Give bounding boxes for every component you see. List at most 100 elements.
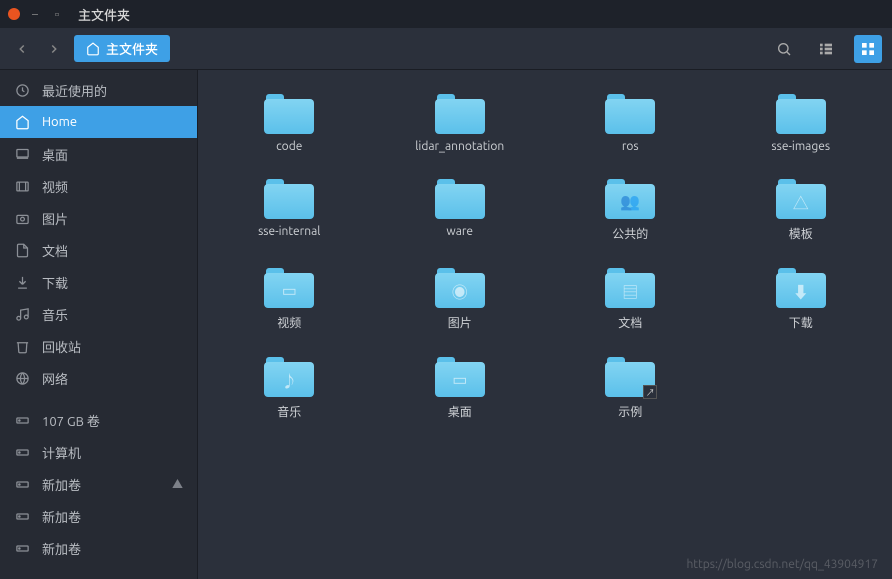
close-button[interactable] xyxy=(8,8,20,20)
disk-icon xyxy=(14,541,30,556)
folder-label: code xyxy=(276,140,302,153)
folder-label: 桌面 xyxy=(448,403,472,420)
sidebar-item-disk[interactable]: 107 GB 卷 xyxy=(0,404,197,436)
sidebar-item-video[interactable]: 视频 xyxy=(0,170,197,202)
minimize-button[interactable]: – xyxy=(28,8,42,21)
folder-icon: ▤ xyxy=(605,268,655,308)
document-icon xyxy=(14,243,30,258)
eject-icon[interactable]: ▲ xyxy=(172,476,183,492)
folder-item[interactable]: ▭ 视频 xyxy=(208,264,371,335)
sidebar-item-disk[interactable]: 计算机 xyxy=(0,436,197,468)
video-icon xyxy=(14,179,30,194)
sidebar-item-desktop[interactable]: 桌面 xyxy=(0,138,197,170)
folder-icon xyxy=(435,179,485,219)
folder-icon: ↗ xyxy=(605,357,655,397)
folder-item[interactable]: ⬇ 下载 xyxy=(720,264,883,335)
folder-label: 下载 xyxy=(789,314,813,331)
sidebar-item-label: 新加卷 xyxy=(42,539,81,558)
music-icon xyxy=(14,307,30,322)
folder-icon: 👥 xyxy=(605,179,655,219)
folder-label: sse-internal xyxy=(258,225,320,238)
folder-item[interactable]: △ 模板 xyxy=(720,175,883,246)
sidebar-item-label: 下载 xyxy=(42,273,68,292)
folder-label: 模板 xyxy=(789,225,813,242)
folder-icon xyxy=(435,94,485,134)
clock-icon xyxy=(14,83,30,98)
titlebar: – ▫ 主文件夹 xyxy=(0,0,892,28)
maximize-button[interactable]: ▫ xyxy=(50,6,64,23)
sidebar-item-label: 最近使用的 xyxy=(42,81,107,100)
watermark: https://blog.csdn.net/qq_43904917 xyxy=(686,558,878,571)
folder-item[interactable]: ▤ 文档 xyxy=(549,264,712,335)
back-button[interactable] xyxy=(10,37,34,61)
network-icon xyxy=(14,371,30,386)
sidebar-item-document[interactable]: 文档 xyxy=(0,234,197,266)
folder-item[interactable]: code xyxy=(208,90,371,157)
folder-icon: ⬇ xyxy=(776,268,826,308)
toolbar: 主文件夹 xyxy=(0,28,892,70)
folder-label: 音乐 xyxy=(277,403,301,420)
folder-item[interactable]: ▭ 桌面 xyxy=(379,353,542,424)
sidebar-item-label: 视频 xyxy=(42,177,68,196)
disk-icon xyxy=(14,445,30,460)
folder-item[interactable]: 👥 公共的 xyxy=(549,175,712,246)
folder-item[interactable]: ros xyxy=(549,90,712,157)
folder-label: ware xyxy=(446,225,473,238)
folder-icon xyxy=(264,179,314,219)
path-home-chip[interactable]: 主文件夹 xyxy=(74,35,170,62)
folder-icon xyxy=(776,94,826,134)
folder-label: 公共的 xyxy=(612,225,648,242)
sidebar-item-label: Home xyxy=(42,115,77,129)
folder-label: 视频 xyxy=(277,314,301,331)
folder-label: sse-images xyxy=(771,140,830,153)
folder-icon: ▭ xyxy=(264,268,314,308)
folder-label: ros xyxy=(622,140,639,153)
folder-icon: ▭ xyxy=(435,357,485,397)
folder-icon: ♪ xyxy=(264,357,314,397)
folder-label: 示例 xyxy=(618,403,642,420)
sidebar-item-network[interactable]: 网络 xyxy=(0,362,197,394)
home-icon xyxy=(86,42,100,56)
trash-icon xyxy=(14,339,30,354)
sidebar-item-label: 网络 xyxy=(42,369,68,388)
folder-item[interactable]: sse-images xyxy=(720,90,883,157)
folder-icon: △ xyxy=(776,179,826,219)
sidebar-item-music[interactable]: 音乐 xyxy=(0,298,197,330)
sidebar-item-label: 新加卷 xyxy=(42,475,81,494)
disk-icon xyxy=(14,509,30,524)
folder-label: 文档 xyxy=(618,314,642,331)
folder-icon: ◉ xyxy=(435,268,485,308)
sidebar-item-disk[interactable]: 新加卷 xyxy=(0,500,197,532)
search-button[interactable] xyxy=(770,35,798,63)
sidebar-item-label: 回收站 xyxy=(42,337,81,356)
sidebar-item-download[interactable]: 下载 xyxy=(0,266,197,298)
sidebar-item-clock[interactable]: 最近使用的 xyxy=(0,74,197,106)
folder-item[interactable]: sse-internal xyxy=(208,175,371,246)
grid-view-button[interactable] xyxy=(854,35,882,63)
sidebar-item-label: 桌面 xyxy=(42,145,68,164)
camera-icon xyxy=(14,211,30,226)
sidebar-item-label: 计算机 xyxy=(42,443,81,462)
sidebar-item-label: 文档 xyxy=(42,241,68,260)
disk-icon xyxy=(14,413,30,428)
desktop-icon xyxy=(14,147,30,162)
folder-item[interactable]: ♪ 音乐 xyxy=(208,353,371,424)
list-view-button[interactable] xyxy=(812,35,840,63)
folder-label: 图片 xyxy=(448,314,472,331)
sidebar-item-disk[interactable]: 新加卷 xyxy=(0,532,197,564)
sidebar-item-label: 图片 xyxy=(42,209,68,228)
home-icon xyxy=(14,115,30,130)
sidebar-item-disk[interactable]: 新加卷 ▲ xyxy=(0,468,197,500)
folder-item[interactable]: lidar_annotation xyxy=(379,90,542,157)
window-title: 主文件夹 xyxy=(78,5,130,24)
folder-item[interactable]: ↗ 示例 xyxy=(549,353,712,424)
folder-label: lidar_annotation xyxy=(415,140,504,153)
forward-button[interactable] xyxy=(42,37,66,61)
folder-item[interactable]: ware xyxy=(379,175,542,246)
sidebar-item-home[interactable]: Home xyxy=(0,106,197,138)
sidebar-item-trash[interactable]: 回收站 xyxy=(0,330,197,362)
sidebar-item-camera[interactable]: 图片 xyxy=(0,202,197,234)
folder-item[interactable]: ◉ 图片 xyxy=(379,264,542,335)
folder-view[interactable]: code lidar_annotation ros sse-images sse-int… xyxy=(198,70,892,579)
sidebar-item-label: 107 GB 卷 xyxy=(42,411,100,430)
